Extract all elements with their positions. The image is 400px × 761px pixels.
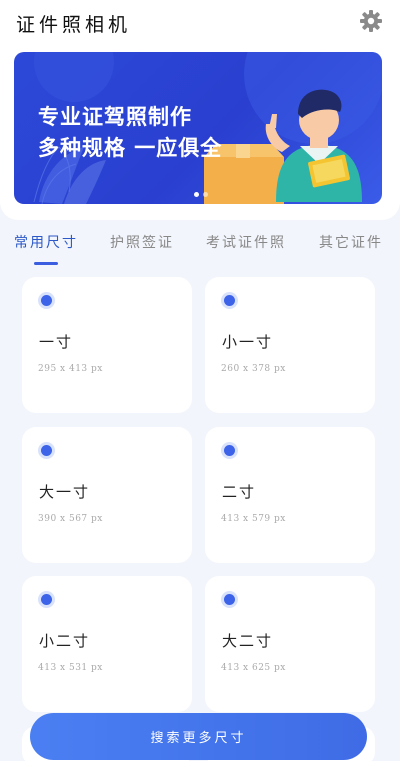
search-more-sizes-button[interactable]: 搜索更多尺寸 xyxy=(30,713,367,760)
size-name: 大二寸 xyxy=(222,632,274,650)
radio-dot-icon xyxy=(41,594,52,605)
size-dimensions: 413 x 625 px xyxy=(221,663,286,673)
tab-common-sizes[interactable]: 常用尺寸 xyxy=(14,232,78,252)
size-name: 小二寸 xyxy=(39,632,91,650)
radio-dot-icon xyxy=(224,295,235,306)
app-title: 证件照相机 xyxy=(16,14,132,36)
carousel-dot-active xyxy=(194,192,199,197)
tab-passport-visa[interactable]: 护照签证 xyxy=(110,232,174,252)
size-dimensions: 295 x 413 px xyxy=(38,364,103,374)
size-card-small-1-inch[interactable]: 小一寸 260 x 378 px xyxy=(205,277,375,413)
size-card-large-2-inch[interactable]: 大二寸 413 x 625 px xyxy=(205,576,375,712)
size-name: 一寸 xyxy=(39,333,74,351)
active-tab-indicator xyxy=(34,262,58,265)
size-card-1-inch[interactable]: 一寸 295 x 413 px xyxy=(22,277,192,413)
tab-other-ids[interactable]: 其它证件 xyxy=(319,232,383,252)
radio-dot-icon xyxy=(224,445,235,456)
tab-exam-photo[interactable]: 考试证件照 xyxy=(206,232,286,252)
banner-headline: 专业证驾照制作 xyxy=(38,105,192,129)
size-category-tabs: 常用尺寸 护照签证 考试证件照 其它证件 xyxy=(0,232,400,268)
size-name: 二寸 xyxy=(222,483,257,501)
gear-icon[interactable] xyxy=(359,9,383,33)
size-card-2-inch[interactable]: 二寸 413 x 579 px xyxy=(205,427,375,563)
size-name: 大一寸 xyxy=(39,483,91,501)
promo-banner[interactable]: 专业证驾照制作 多种规格 一应俱全 xyxy=(14,52,382,204)
size-dimensions: 390 x 567 px xyxy=(38,514,103,524)
radio-dot-icon xyxy=(41,295,52,306)
radio-dot-icon xyxy=(41,445,52,456)
radio-dot-icon xyxy=(224,594,235,605)
size-card-large-1-inch[interactable]: 大一寸 390 x 567 px xyxy=(22,427,192,563)
carousel-indicator xyxy=(194,192,208,197)
size-dimensions: 413 x 579 px xyxy=(221,514,286,524)
banner-subheadline: 多种规格 一应俱全 xyxy=(38,136,223,160)
size-dimensions: 260 x 378 px xyxy=(221,364,286,374)
header-area: 证件照相机 专业证驾照制作 多种规格 一应俱全 xyxy=(0,0,400,220)
size-dimensions: 413 x 531 px xyxy=(38,663,103,673)
size-card-small-2-inch[interactable]: 小二寸 413 x 531 px xyxy=(22,576,192,712)
carousel-dot xyxy=(203,192,208,197)
size-name: 小一寸 xyxy=(222,333,274,351)
